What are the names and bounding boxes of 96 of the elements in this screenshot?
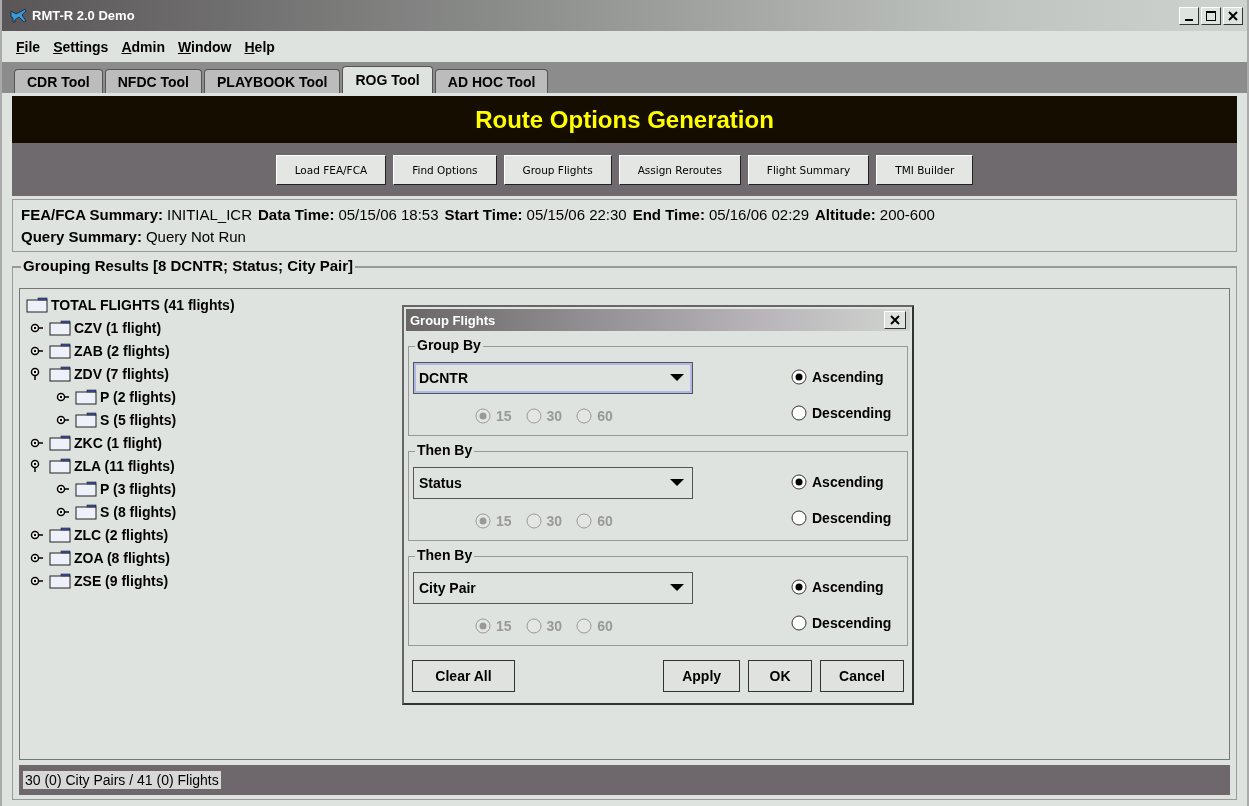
- dropdown-arrow-icon: [670, 374, 684, 382]
- close-icon: [1228, 10, 1238, 21]
- radio-option: 15: [475, 618, 512, 634]
- tab[interactable]: AD HOC Tool: [434, 69, 549, 93]
- folder-icon: [49, 434, 71, 451]
- tab[interactable]: PLAYBOOK Tool: [204, 69, 341, 93]
- folder-icon: [75, 411, 97, 428]
- tab[interactable]: NFDC Tool: [104, 69, 202, 93]
- field-label: Start Time:: [444, 206, 523, 223]
- dialog-button[interactable]: Cancel: [820, 660, 904, 692]
- tree-item[interactable]: ZAB (2 flights): [74, 342, 170, 359]
- dropdown[interactable]: DCNTR: [413, 362, 693, 394]
- folder-icon: [26, 296, 48, 313]
- toolbar-button[interactable]: Flight Summary: [747, 154, 870, 185]
- close-button[interactable]: [1223, 6, 1243, 25]
- field-label: FEA/FCA Summary:: [21, 206, 163, 223]
- menu-item[interactable]: Help: [244, 38, 275, 55]
- menu-item[interactable]: Settings: [53, 38, 109, 55]
- radio-option: 60: [576, 618, 613, 634]
- maximize-icon: [1206, 10, 1216, 21]
- menu-item[interactable]: File: [16, 38, 41, 55]
- section-title: Group By: [415, 337, 483, 353]
- panel-title: Grouping Results [8 DCNTR; Status; City Pair]: [21, 257, 356, 274]
- minimize-icon: [1185, 18, 1193, 21]
- window-title: RMT-R 2.0 Demo: [32, 8, 135, 23]
- field-value: 05/15/06 22:30: [526, 206, 627, 223]
- dropdown-arrow-icon: [670, 479, 684, 487]
- field-label: Data Time:: [258, 206, 335, 223]
- minimize-button[interactable]: [1179, 6, 1199, 25]
- tab[interactable]: CDR Tool: [14, 69, 103, 93]
- radio-option: 15: [475, 513, 512, 529]
- tree-item[interactable]: ZKC (1 flight): [74, 434, 162, 451]
- field-value: INITIAL_ICR: [166, 206, 252, 223]
- radio-option: 60: [576, 408, 613, 424]
- dialog-button[interactable]: Clear All: [412, 660, 515, 692]
- tree-item[interactable]: ZOA (8 flights): [74, 549, 170, 566]
- section-title: Then By: [415, 547, 475, 563]
- menu-item[interactable]: Admin: [121, 38, 165, 55]
- field-value: 200-600: [879, 206, 935, 223]
- radio-option[interactable]: Descending: [791, 405, 899, 421]
- tree-item[interactable]: ZLA (11 flights): [74, 457, 175, 474]
- radio-option: 30: [525, 513, 563, 529]
- folder-icon: [49, 457, 71, 474]
- field-value: 05/15/06 18:53: [338, 206, 439, 223]
- airplane-icon: [10, 7, 28, 24]
- tree-item[interactable]: ZSE (9 flights): [74, 572, 169, 589]
- menu-item[interactable]: Window: [177, 38, 232, 55]
- folder-icon: [75, 480, 97, 497]
- tree-item[interactable]: P (3 flights): [100, 480, 176, 497]
- radio-option[interactable]: Ascending: [791, 579, 899, 595]
- folder-icon: [49, 342, 71, 359]
- tree-item[interactable]: ZDV (7 flights): [74, 365, 169, 382]
- radio-option[interactable]: Ascending: [791, 474, 899, 490]
- dropdown[interactable]: City Pair: [413, 572, 693, 604]
- section-title: Then By: [415, 442, 475, 458]
- maximize-button[interactable]: [1201, 6, 1221, 25]
- field-label: End Time:: [632, 206, 705, 223]
- tree-item[interactable]: CZV (1 flight): [74, 319, 162, 336]
- tree-item[interactable]: TOTAL FLIGHTS (41 flights): [51, 296, 235, 313]
- radio-option: 15: [475, 408, 512, 424]
- folder-icon: [49, 549, 71, 566]
- dialog-title: Group Flights: [410, 312, 496, 328]
- radio-option[interactable]: Ascending: [791, 369, 899, 385]
- close-icon: [890, 315, 900, 325]
- toolbar-button[interactable]: Load FEA/FCA: [275, 154, 387, 185]
- field-value: Query Not Run: [145, 228, 246, 245]
- radio-option: 60: [576, 513, 613, 529]
- dropdown-arrow-icon: [670, 584, 684, 592]
- radio-option: 30: [525, 408, 563, 424]
- toolbar-button[interactable]: TMI Builder: [876, 154, 974, 185]
- page-title: Route Options Generation: [475, 105, 774, 134]
- radio-option: 30: [525, 618, 563, 634]
- tree-item[interactable]: P (2 flights): [100, 388, 176, 405]
- folder-icon: [75, 388, 97, 405]
- folder-icon: [49, 572, 71, 589]
- dropdown[interactable]: Status: [413, 467, 693, 499]
- radio-option[interactable]: Descending: [791, 510, 899, 526]
- tree-item[interactable]: ZLC (2 flights): [74, 526, 169, 543]
- folder-icon: [49, 365, 71, 382]
- status-text: 30 (0) City Pairs / 41 (0) Flights: [23, 771, 221, 789]
- toolbar-button[interactable]: Find Options: [393, 154, 497, 185]
- folder-icon: [49, 526, 71, 543]
- dialog-button[interactable]: Apply: [663, 660, 741, 692]
- field-label: Query Summary:: [21, 228, 142, 245]
- dialog-button[interactable]: OK: [748, 660, 813, 692]
- tab[interactable]: ROG Tool: [342, 66, 433, 93]
- field-value: 05/16/06 02:29: [708, 206, 809, 223]
- toolbar-button[interactable]: Assign Reroutes: [618, 154, 741, 185]
- folder-icon: [75, 503, 97, 520]
- toolbar-button[interactable]: Group Flights: [503, 154, 612, 185]
- close-button[interactable]: [884, 311, 906, 329]
- tree-item[interactable]: S (8 flights): [100, 503, 177, 520]
- folder-icon: [49, 319, 71, 336]
- radio-option[interactable]: Descending: [791, 615, 899, 631]
- field-label: Altitude:: [815, 206, 876, 223]
- tree-item[interactable]: S (5 flights): [100, 411, 177, 428]
